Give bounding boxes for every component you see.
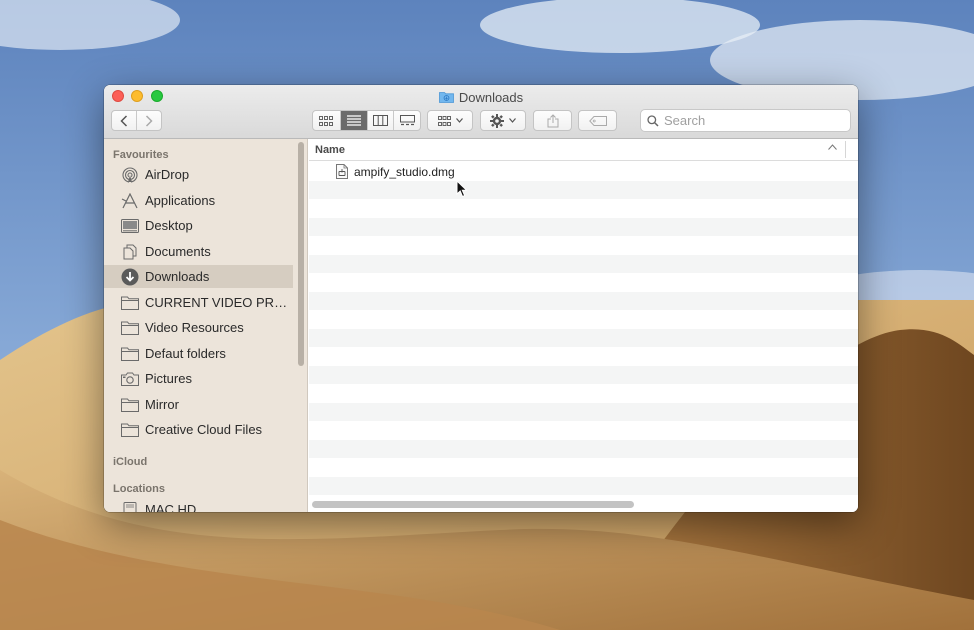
applications-icon: [121, 192, 139, 209]
sidebar-item-downloads[interactable]: Downloads: [104, 265, 293, 288]
sidebar-item-label: Creative Cloud Files: [145, 422, 263, 437]
sidebar-section-locations: Locations: [113, 483, 165, 495]
search-input[interactable]: [664, 113, 844, 128]
sidebar-item-label: Mirror: [145, 397, 179, 412]
list-item[interactable]: ampify_studio.dmg: [309, 162, 858, 181]
action-menu-button[interactable]: [480, 110, 526, 131]
sidebar-item-label: MAC HD: [145, 502, 197, 512]
chevron-left-icon: [120, 114, 128, 127]
sidebar-item-current-video-projects[interactable]: CURRENT VIDEO PRO...: [104, 291, 293, 314]
icon-view-button[interactable]: [313, 111, 340, 130]
back-button[interactable]: [112, 111, 136, 130]
search-icon: [647, 114, 659, 127]
column-view-button[interactable]: [366, 111, 394, 130]
sidebar-section-icloud: iCloud: [113, 456, 148, 468]
window-title: Downloads: [104, 89, 858, 105]
sidebar-item-creative-cloud-files[interactable]: Creative Cloud Files: [104, 418, 293, 441]
group-by-button[interactable]: [427, 110, 473, 131]
sidebar-item-label: Desktop: [145, 218, 193, 233]
search-field[interactable]: [640, 109, 851, 132]
folder-icon: [121, 295, 139, 311]
column-header-label: Name: [315, 143, 345, 156]
camera-icon: [121, 371, 139, 387]
sidebar-item-applications[interactable]: Applications: [104, 189, 293, 212]
folder-icon: [121, 397, 139, 413]
window-title-text: Downloads: [458, 89, 524, 105]
sidebar-item-video-resources[interactable]: Video Resources: [104, 316, 293, 339]
sidebar-item-mac-hd[interactable]: MAC HD: [104, 498, 293, 512]
chevron-down-icon: [455, 118, 463, 123]
gear-icon: [490, 113, 504, 128]
icon-grid-icon: [319, 115, 334, 126]
sidebar-item-defaut-folders[interactable]: Defaut folders: [104, 342, 293, 365]
navigation-buttons: [111, 110, 162, 131]
chevron-down-icon: [509, 118, 516, 123]
sidebar-item-label: Video Resources: [145, 320, 244, 335]
sidebar-scrollbar[interactable]: [298, 142, 304, 366]
column-header-name[interactable]: Name: [309, 139, 858, 161]
sidebar-item-label: Downloads: [145, 269, 210, 284]
downloads-folder-icon: [438, 92, 454, 103]
group-grid-icon: [437, 115, 451, 126]
downloads-icon: [121, 268, 139, 285]
gallery-view-button[interactable]: [393, 111, 420, 130]
sidebar-item-label: Defaut folders: [145, 346, 226, 361]
documents-icon: [121, 244, 139, 260]
share-button[interactable]: [533, 110, 572, 131]
finder-window: Downloads Search Favourites AirDrop Appl…: [104, 85, 858, 512]
column-divider: [845, 141, 846, 158]
horizontal-scrollbar[interactable]: [312, 501, 634, 508]
list-view-button[interactable]: [339, 111, 367, 130]
sidebar-item-mirror[interactable]: Mirror: [104, 393, 293, 416]
title-bar: Downloads: [104, 85, 858, 139]
folder-icon: [121, 422, 139, 438]
chevron-right-icon: [146, 114, 153, 127]
sidebar-section-favourites: Favourites: [113, 149, 169, 161]
edit-tags-button[interactable]: [578, 110, 617, 131]
desktop-icon: [121, 218, 139, 234]
sidebar-item-pictures[interactable]: Pictures: [104, 367, 293, 390]
share-icon: [547, 113, 558, 127]
folder-icon: [121, 320, 139, 336]
file-rows: ampify_studio.dmg: [309, 162, 858, 501]
disk-image-icon: [336, 164, 348, 179]
file-name: ampify_studio.dmg: [354, 164, 455, 179]
airdrop-icon: [121, 166, 139, 183]
columns-icon: [372, 115, 388, 126]
gallery-icon: [399, 115, 415, 126]
file-list: Name ampify_studio.dmg: [309, 139, 858, 512]
sidebar: Favourites AirDrop Applications Desktop …: [104, 139, 308, 512]
forward-button[interactable]: [136, 111, 161, 130]
list-icon: [346, 115, 361, 126]
sidebar-item-documents[interactable]: Documents: [104, 240, 293, 263]
sidebar-item-label: Applications: [145, 193, 216, 208]
sidebar-item-label: AirDrop: [145, 167, 190, 182]
sidebar-item-label: Documents: [145, 244, 211, 259]
folder-icon: [121, 346, 139, 362]
view-mode-buttons: [312, 110, 421, 131]
sidebar-item-label: Pictures: [145, 371, 192, 386]
sidebar-item-desktop[interactable]: Desktop: [104, 214, 293, 237]
sidebar-item-airdrop[interactable]: AirDrop: [104, 163, 293, 186]
disk-icon: [121, 501, 139, 512]
sidebar-item-label: CURRENT VIDEO PRO...: [145, 295, 289, 310]
tag-icon: [588, 115, 607, 126]
sort-ascending-icon: [828, 144, 837, 150]
mouse-pointer-icon: [456, 180, 468, 198]
